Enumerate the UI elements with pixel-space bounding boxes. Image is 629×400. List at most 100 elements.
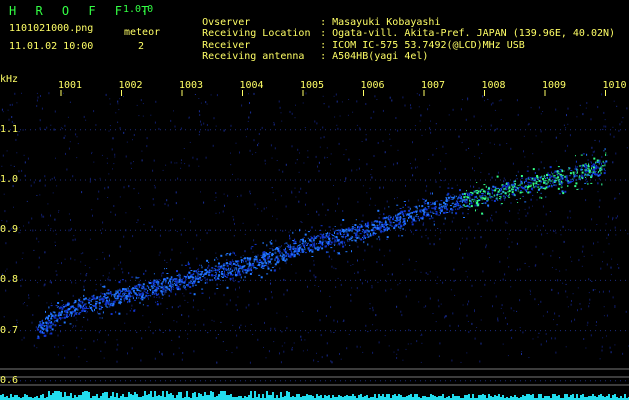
meteor-bar	[438, 396, 440, 400]
signal-point	[75, 301, 77, 303]
noise-speck	[5, 242, 7, 245]
signal-point	[293, 245, 295, 248]
noise-speck	[397, 348, 399, 351]
signal-point	[422, 215, 424, 217]
signal-point	[313, 238, 315, 240]
noise-speck	[609, 133, 611, 136]
signal-point	[103, 296, 105, 298]
noise-speck	[74, 238, 76, 240]
signal-point	[460, 197, 463, 200]
noise-speck	[80, 253, 82, 255]
noise-speck	[188, 116, 190, 119]
noise-speck	[385, 280, 387, 282]
signal-point	[382, 223, 384, 226]
signal-point	[590, 161, 592, 163]
signal-point	[386, 226, 388, 228]
signal-point	[590, 182, 593, 184]
noise-speck	[477, 143, 479, 146]
noise-speck	[210, 94, 212, 96]
noise-speck	[130, 162, 132, 165]
signal-point	[189, 275, 192, 278]
signal-point	[132, 289, 135, 292]
noise-speck	[578, 259, 580, 262]
noise-speck	[532, 338, 534, 340]
signal-point	[161, 292, 163, 295]
signal-point	[61, 309, 63, 311]
signal-point	[246, 257, 249, 260]
noise-speck	[621, 121, 623, 123]
noise-speck	[459, 247, 460, 250]
signal-point	[228, 272, 230, 274]
signal-point	[448, 199, 450, 202]
signal-point	[585, 177, 587, 178]
noise-speck	[291, 145, 293, 148]
noise-speck	[275, 199, 277, 201]
signal-point	[360, 224, 362, 227]
signal-point	[281, 255, 284, 258]
noise-speck	[249, 361, 251, 364]
noise-speck	[534, 298, 536, 301]
noise-speck	[551, 171, 552, 174]
meteor-bar	[410, 394, 412, 400]
noise-speck	[477, 222, 479, 225]
signal-point	[587, 182, 589, 185]
noise-speck	[373, 110, 375, 113]
signal-point	[584, 170, 587, 173]
noise-speck	[460, 361, 462, 363]
noise-speck	[423, 222, 425, 225]
noise-speck	[108, 130, 110, 132]
signal-point	[42, 329, 44, 331]
noise-speck	[338, 142, 340, 145]
meteor-bar	[254, 391, 256, 400]
signal-point	[142, 294, 144, 296]
noise-speck	[146, 145, 148, 148]
meteor-bar	[592, 394, 594, 400]
meteor-bar	[104, 392, 106, 400]
noise-speck	[461, 142, 463, 144]
signal-point	[294, 240, 297, 243]
meteor-bar	[590, 396, 592, 400]
noise-speck	[577, 287, 579, 289]
signal-point	[302, 250, 304, 252]
signal-point	[374, 226, 376, 228]
signal-point	[178, 279, 181, 280]
signal-point	[226, 264, 229, 267]
noise-speck	[265, 298, 267, 301]
meteor-bar	[552, 394, 554, 400]
noise-speck	[405, 348, 407, 350]
noise-speck	[266, 207, 267, 209]
signal-point	[605, 152, 607, 154]
meteor-bar	[150, 391, 152, 400]
signal-point	[161, 291, 164, 293]
noise-speck	[158, 254, 160, 256]
signal-point	[262, 265, 264, 268]
signal-point	[371, 229, 373, 232]
noise-speck	[365, 134, 367, 136]
noise-speck	[563, 124, 565, 126]
noise-speck	[397, 284, 399, 286]
signal-point	[333, 237, 335, 239]
signal-point	[395, 218, 397, 220]
signal-point	[481, 193, 484, 195]
noise-speck	[189, 141, 191, 143]
noise-speck	[385, 289, 387, 292]
signal-point	[542, 177, 545, 180]
signal-point	[172, 285, 174, 287]
noise-speck	[384, 207, 386, 210]
signal-point	[311, 249, 314, 251]
signal-point	[297, 250, 300, 252]
signal-point	[447, 192, 450, 195]
noise-speck	[414, 125, 416, 127]
signal-point	[274, 263, 277, 266]
meteor-bar	[602, 396, 604, 400]
signal-point	[255, 256, 258, 258]
signal-point	[368, 230, 371, 232]
signal-point	[418, 216, 420, 218]
noise-speck	[612, 126, 614, 128]
noise-speck	[152, 332, 154, 335]
signal-point	[100, 307, 102, 310]
noise-speck	[50, 124, 52, 126]
signal-point	[576, 179, 578, 181]
noise-speck	[603, 125, 605, 128]
signal-point	[38, 324, 40, 326]
